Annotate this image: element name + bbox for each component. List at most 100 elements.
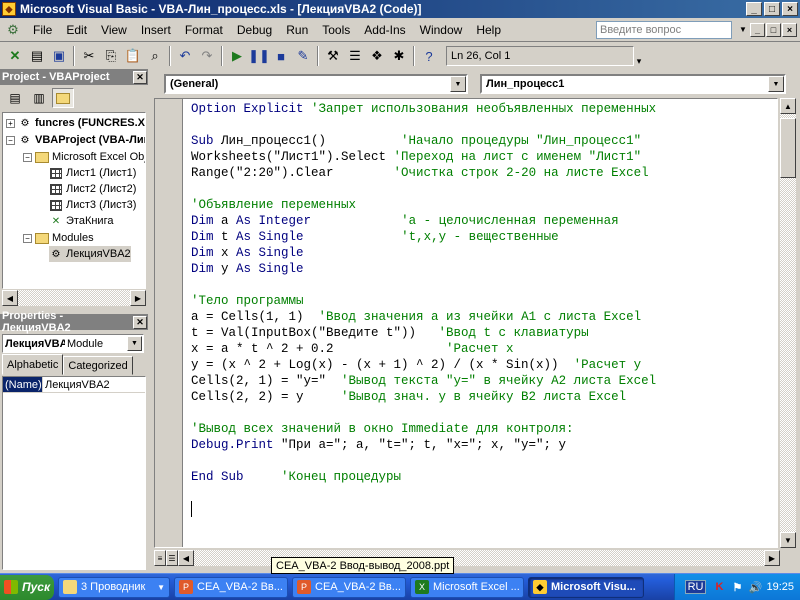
menu-format[interactable]: Format xyxy=(178,20,230,40)
mdi-close-button[interactable]: × xyxy=(782,22,797,37)
scroll-right-icon[interactable]: ▶ xyxy=(764,550,780,566)
paste-icon[interactable]: 📋 xyxy=(122,45,144,67)
toggle-folders-icon[interactable] xyxy=(52,88,74,108)
chevron-down-icon[interactable]: ▼ xyxy=(127,336,142,351)
menu-window[interactable]: Window xyxy=(413,20,470,40)
taskbar-item-ppt-1[interactable]: P CEA_VBA-2 Вв... xyxy=(174,576,288,598)
code-line[interactable]: Worksheets("Лист1").Select 'Переход на л… xyxy=(191,149,656,165)
code-line[interactable]: t = Val(InputBox("Введите t")) 'Ввод t с… xyxy=(191,325,656,341)
code-line[interactable]: x = a * t ^ 2 + 0.2 'Расчет x xyxy=(191,341,656,357)
tree-item-vbaproject[interactable]: − ⚙ VBAProject (VBA-Лин_процесс.xls) xyxy=(6,132,145,148)
menu-insert[interactable]: Insert xyxy=(134,20,178,40)
tree-item-sheet1[interactable]: Лист1 (Лист1) xyxy=(49,165,136,181)
code-line[interactable] xyxy=(191,117,656,133)
mdi-minimize-button[interactable]: _ xyxy=(750,22,765,37)
close-button[interactable]: × xyxy=(782,2,798,16)
help-search-input[interactable]: Введите вопрос xyxy=(596,20,732,39)
menu-help[interactable]: Help xyxy=(469,20,508,40)
project-explorer-icon[interactable]: ⚒ xyxy=(322,45,344,67)
menu-tools[interactable]: Tools xyxy=(315,20,357,40)
code-line[interactable]: Cells(2, 2) = y 'Вывод знач. y в ячейку … xyxy=(191,389,656,405)
code-editor[interactable]: Option Explicit 'Запрет использования не… xyxy=(154,98,778,548)
menu-run[interactable]: Run xyxy=(279,20,315,40)
code-line[interactable] xyxy=(191,277,656,293)
insert-module-icon[interactable]: ▤ xyxy=(26,45,48,67)
kaspersky-icon[interactable]: K xyxy=(712,580,726,594)
chevron-down-icon[interactable]: ▼ xyxy=(768,76,784,92)
design-mode-icon[interactable]: ✎ xyxy=(292,45,314,67)
code-text[interactable]: Option Explicit 'Запрет использования не… xyxy=(191,101,656,485)
view-code-icon[interactable]: ▤ xyxy=(4,88,26,108)
collapse-icon[interactable]: − xyxy=(23,233,32,243)
redo-icon[interactable]: ↷ xyxy=(196,45,218,67)
property-value[interactable]: ЛекцияVBA2 xyxy=(43,377,145,392)
excel-view-icon[interactable]: ⚙ xyxy=(4,22,22,38)
reset-icon[interactable]: ■ xyxy=(270,45,292,67)
scroll-thumb[interactable] xyxy=(780,118,796,178)
tree-item-sheet2[interactable]: Лист2 (Лист2) xyxy=(49,181,136,197)
close-icon[interactable]: ✕ xyxy=(133,315,147,329)
cut-icon[interactable]: ✂ xyxy=(78,45,100,67)
chevron-down-icon[interactable]: ▼ xyxy=(450,76,466,92)
properties-window-icon[interactable]: ☰ xyxy=(344,45,366,67)
view-excel-icon[interactable]: ✕ xyxy=(4,45,26,67)
tree-item-funcres[interactable]: + ⚙ funcres (FUNCRES.XLA) xyxy=(6,115,145,131)
tree-item-modules[interactable]: − Modules xyxy=(23,230,94,246)
mdi-restore-button[interactable]: □ xyxy=(766,22,781,37)
volume-icon[interactable]: 🔊 xyxy=(748,580,763,594)
collapse-icon[interactable]: − xyxy=(6,135,15,145)
code-line[interactable]: Dim y As Single xyxy=(191,261,656,277)
code-line[interactable]: Dim t As Single 't,x,y - вещественные xyxy=(191,229,656,245)
collapse-icon[interactable]: − xyxy=(23,152,32,162)
code-line[interactable]: y = (x ^ 2 + Log(x) - (x + 1) ^ 2) / (x … xyxy=(191,357,656,373)
project-hscrollbar[interactable]: ◀ ▶ xyxy=(2,290,146,306)
scroll-left-icon[interactable]: ◀ xyxy=(2,290,18,306)
help-icon[interactable]: ? xyxy=(418,45,440,67)
chevron-down-icon[interactable]: ▼ xyxy=(736,21,750,39)
code-line[interactable] xyxy=(191,405,656,421)
full-module-view-icon[interactable]: ☰ xyxy=(166,550,178,566)
taskbar-item-vba[interactable]: ◆ Microsoft Visu... xyxy=(528,576,644,598)
code-line[interactable]: Dim x As Single xyxy=(191,245,656,261)
code-margin[interactable] xyxy=(155,99,183,547)
scroll-up-icon[interactable]: ▲ xyxy=(780,98,796,114)
minimize-button[interactable]: _ xyxy=(746,2,762,16)
view-object-icon[interactable]: ▥ xyxy=(28,88,50,108)
toolbox-icon[interactable]: ✱ xyxy=(388,45,410,67)
tab-categorized[interactable]: Categorized xyxy=(63,356,133,375)
code-line[interactable]: Range("2:20").Clear 'Очистка строк 2-20 … xyxy=(191,165,656,181)
scroll-track[interactable] xyxy=(780,114,796,532)
break-icon[interactable]: ❚❚ xyxy=(248,45,270,67)
code-line[interactable]: Dim a As Integer 'a - целочисленная пере… xyxy=(191,213,656,229)
object-browser-icon[interactable]: ❖ xyxy=(366,45,388,67)
language-indicator[interactable]: RU xyxy=(684,580,707,594)
procedure-combo[interactable]: Лин_процесс1 ▼ xyxy=(480,74,786,94)
code-line[interactable]: End Sub 'Конец процедуры xyxy=(191,469,656,485)
tab-alphabetic[interactable]: Alphabetic xyxy=(2,354,64,375)
run-icon[interactable]: ▶ xyxy=(226,45,248,67)
taskbar-item-explorer[interactable]: 3 Проводник ▼ xyxy=(58,576,170,598)
save-icon[interactable]: ▣ xyxy=(48,45,70,67)
menu-view[interactable]: View xyxy=(94,20,134,40)
find-icon[interactable]: ⌕ xyxy=(144,45,166,67)
code-line[interactable]: 'Вывод всех значений в окно Immediate дл… xyxy=(191,421,656,437)
code-line[interactable]: 'Тело программы xyxy=(191,293,656,309)
procedure-view-icon[interactable]: ≡ xyxy=(154,550,166,566)
code-vscrollbar[interactable]: ▲ ▼ xyxy=(780,98,796,548)
scroll-left-icon[interactable]: ◀ xyxy=(178,550,194,566)
tree-item-sheet3[interactable]: Лист3 (Лист3) xyxy=(49,197,136,213)
scroll-track[interactable] xyxy=(18,290,130,306)
toolbar-options-icon[interactable]: ▾ xyxy=(634,45,644,67)
maximize-button[interactable]: □ xyxy=(764,2,780,16)
undo-icon[interactable]: ↶ xyxy=(174,45,196,67)
network-icon[interactable]: ⚑ xyxy=(730,580,744,594)
tree-item-module-lecture[interactable]: ⚙ ЛекцияVBA2 xyxy=(49,246,131,262)
expand-icon[interactable]: + xyxy=(6,118,15,128)
copy-icon[interactable]: ⎘ xyxy=(100,45,122,67)
code-line[interactable]: 'Объявление переменных xyxy=(191,197,656,213)
code-hscrollbar[interactable]: ≡ ☰ ◀ ▶ xyxy=(154,550,780,566)
tree-item-excel-objects[interactable]: − Microsoft Excel Objects xyxy=(23,149,145,165)
object-combo[interactable]: (General) ▼ xyxy=(164,74,468,94)
code-line[interactable] xyxy=(191,181,656,197)
code-line[interactable]: Sub Лин_процесс1() 'Начало процедуры "Ли… xyxy=(191,133,656,149)
